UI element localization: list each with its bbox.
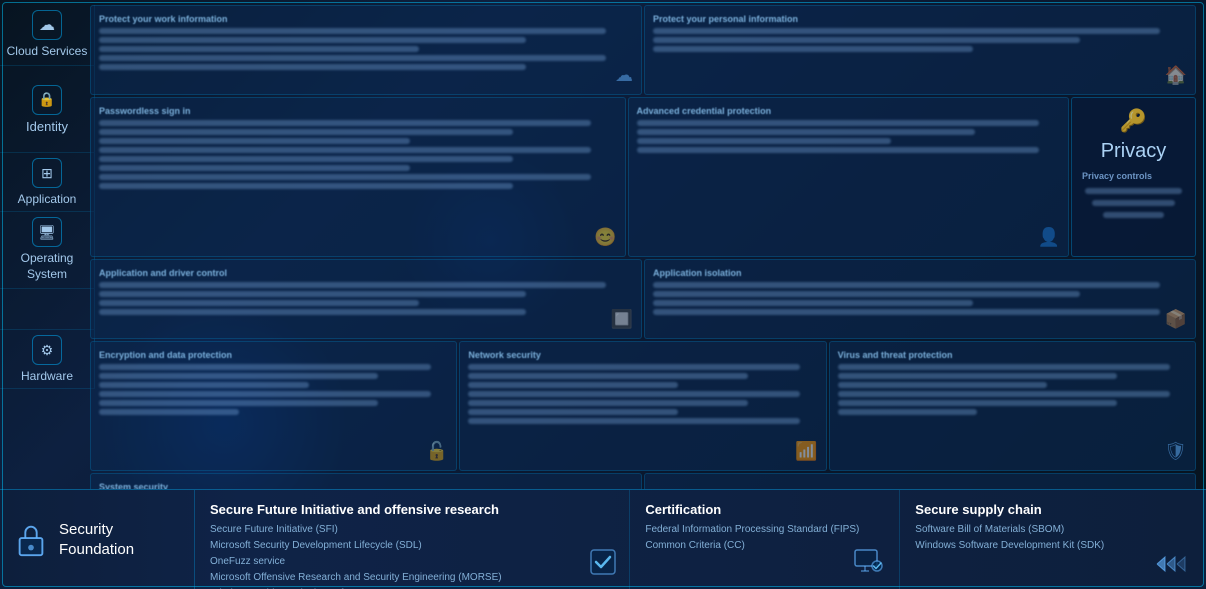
category-os-extra	[0, 289, 95, 330]
sfi-title: Secure Future Initiative and offensive r…	[210, 502, 614, 517]
cloud-personal-icon: 🏠	[1165, 65, 1187, 86]
privacy-title: Privacy	[1101, 140, 1167, 163]
sfi-section: Secure Future Initiative and offensive r…	[195, 490, 630, 589]
security-foundation-section: Security Foundation	[0, 490, 195, 589]
app-isolation-title: Application isolation	[653, 268, 1187, 278]
app-driver-title: Application and driver control	[99, 268, 633, 278]
privacy-panel: 🔑 Privacy Privacy controls	[1071, 97, 1196, 257]
os-extra-cell[interactable]: 🔲	[644, 473, 1196, 489]
advanced-credential-cell[interactable]: Advanced credential protection 👤	[628, 97, 1069, 257]
encryption-icon: 🔓	[426, 441, 448, 462]
encryption-title: Encryption and data protection	[99, 350, 448, 360]
supply-chain-title: Secure supply chain	[915, 502, 1191, 517]
supply-chain-section: Secure supply chain Software Bill of Mat…	[900, 490, 1206, 589]
content-grid: Protect your work information ☁ Protect …	[90, 5, 1196, 489]
category-hardware: ⚙ Hardware	[0, 330, 95, 389]
system-security-title: System security	[99, 482, 633, 489]
system-security-cell[interactable]: System security	[90, 473, 642, 489]
category-os: 🖥 OperatingSystem	[0, 212, 95, 288]
double-arrow-icon	[1155, 554, 1191, 579]
network-security-cell[interactable]: Network security 📶	[459, 341, 826, 471]
virus-icon: 🛡	[1164, 441, 1187, 462]
os-icon: 🖥	[32, 217, 62, 247]
advanced-credential-title: Advanced credential protection	[637, 106, 1060, 116]
main-background: ☁ Cloud Services 🔒 Identity ⊞ Applicatio…	[0, 0, 1206, 489]
cloud-personal-cell[interactable]: Protect your personal information 🏠	[644, 5, 1196, 95]
network-icon: 📶	[795, 441, 817, 462]
sfi-item-1: Secure Future Initiative (SFI)	[210, 522, 614, 538]
os-row: Encryption and data protection 🔓 Network…	[90, 341, 1196, 471]
cloud-label: Cloud Services	[7, 44, 88, 60]
certification-section: Certification Federal Information Proces…	[630, 490, 900, 589]
app-isolation-cell[interactable]: Application isolation 📦	[644, 259, 1196, 339]
supply-chain-item-1: Software Bill of Materials (SBOM)	[915, 522, 1191, 538]
cloud-row: Protect your work information ☁ Protect …	[90, 5, 1196, 95]
sfi-item-4: Microsoft Offensive Research and Securit…	[210, 570, 614, 586]
supply-chain-item-2: Windows Software Development Kit (SDK)	[915, 538, 1191, 554]
category-cloud: ☁ Cloud Services	[0, 5, 95, 66]
network-security-title: Network security	[468, 350, 817, 360]
application-label: Application	[18, 192, 77, 206]
app-isolation-icon: 📦	[1165, 309, 1187, 330]
footer-bar: Security Foundation Secure Future Initia…	[0, 489, 1206, 589]
virus-threat-cell[interactable]: Virus and threat protection 🛡	[829, 341, 1196, 471]
privacy-controls-title: Privacy controls	[1082, 171, 1152, 181]
identity-label: Identity	[26, 119, 68, 134]
cert-item-2: Common Criteria (CC)	[645, 538, 884, 554]
hardware-icon: ⚙	[32, 335, 62, 365]
checkmark-icon	[589, 548, 617, 581]
cloud-work-icon: ☁	[615, 65, 633, 86]
lock-icon	[15, 522, 47, 558]
os-label: OperatingSystem	[21, 251, 74, 282]
category-labels: ☁ Cloud Services 🔒 Identity ⊞ Applicatio…	[0, 5, 95, 389]
privacy-icon: 🔑	[1120, 108, 1147, 134]
category-identity: 🔒 Identity	[0, 66, 95, 154]
passwordless-icon: 😊	[594, 227, 616, 248]
application-icon: ⊞	[32, 158, 62, 188]
cert-item-1: Federal Information Processing Standard …	[645, 522, 884, 538]
cloud-personal-title: Protect your personal information	[653, 14, 1187, 24]
encryption-cell[interactable]: Encryption and data protection 🔓	[90, 341, 457, 471]
passwordless-cell[interactable]: Passwordless sign in 😊	[90, 97, 626, 257]
category-application: ⊞ Application	[0, 153, 95, 212]
sfi-item-2: Microsoft Security Development Lifecycle…	[210, 538, 614, 554]
passwordless-title: Passwordless sign in	[99, 106, 617, 116]
cloud-icon: ☁	[32, 10, 62, 40]
identity-icon: 🔒	[32, 85, 62, 115]
virus-threat-title: Virus and threat protection	[838, 350, 1187, 360]
cert-title: Certification	[645, 502, 884, 517]
sf-text: Security Foundation	[59, 520, 134, 559]
cloud-work-title: Protect your work information	[99, 14, 633, 24]
sfi-item-3: OneFuzz service	[210, 554, 614, 570]
credential-icon: 👤	[1038, 227, 1060, 248]
hardware-label: Hardware	[21, 369, 73, 383]
os-system-row: System security 🔲	[90, 473, 1196, 489]
cloud-work-cell[interactable]: Protect your work information ☁	[90, 5, 642, 95]
app-driver-icon: 🔲	[611, 309, 633, 330]
identity-row: Passwordless sign in 😊 Advanced credenti…	[90, 97, 1196, 257]
certification-icon	[854, 549, 884, 579]
app-driver-cell[interactable]: Application and driver control 🔲	[90, 259, 642, 339]
application-row: Application and driver control 🔲 Applica…	[90, 259, 1196, 339]
